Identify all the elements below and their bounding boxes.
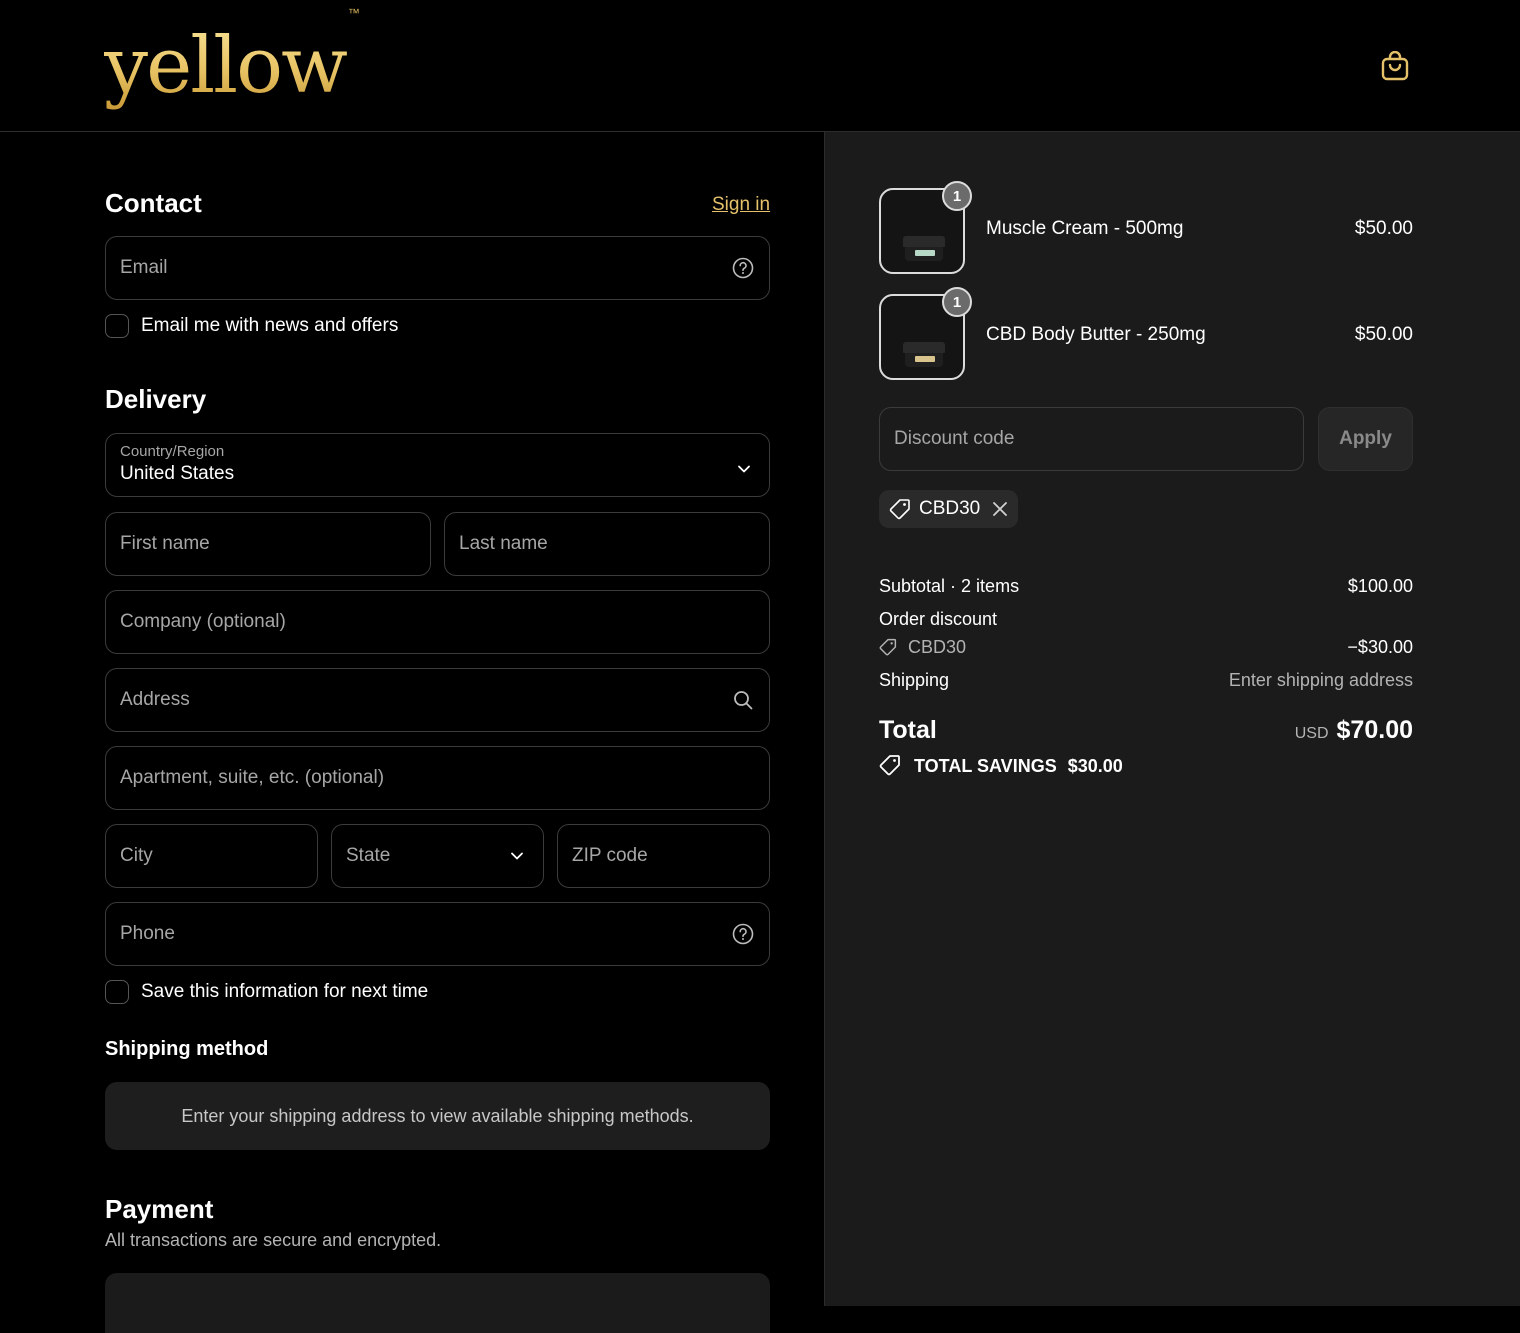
- email-field[interactable]: Email: [105, 236, 770, 300]
- first-name-placeholder: First name: [120, 533, 210, 554]
- discount-code-input[interactable]: Discount code: [879, 407, 1304, 471]
- subtotal-row: Subtotal · 2 items $100.00: [879, 576, 1413, 597]
- order-discount-row: Order discount: [879, 609, 1413, 630]
- save-info-checkbox-row[interactable]: Save this information for next time: [105, 980, 428, 1004]
- news-checkbox-row[interactable]: Email me with news and offers: [105, 314, 398, 338]
- item-price: $50.00: [1354, 324, 1413, 345]
- jar-image: [903, 236, 945, 262]
- delivery-title: Delivery: [105, 384, 207, 414]
- zip-field[interactable]: ZIP code: [557, 824, 770, 888]
- tag-icon: [889, 498, 911, 520]
- state-placeholder: State: [346, 845, 391, 866]
- item-price: $50.00: [1354, 218, 1413, 239]
- state-select[interactable]: State: [331, 824, 544, 888]
- address-placeholder: Address: [120, 689, 190, 710]
- total-value: $70.00: [1336, 716, 1413, 744]
- tag-icon: [879, 638, 897, 661]
- company-field[interactable]: Company (optional): [105, 590, 770, 654]
- payment-title: Payment: [105, 1194, 214, 1224]
- item-name: Muscle Cream - 500mg: [986, 218, 1184, 239]
- shipping-value: Enter shipping address: [1228, 670, 1413, 690]
- news-checkbox[interactable]: [105, 314, 129, 338]
- save-info-label: Save this information for next time: [141, 981, 429, 1002]
- chevron-down-icon: [737, 458, 751, 480]
- order-summary: 1 Muscle Cream - 500mg $50.00 1 CBD Body…: [824, 132, 1520, 1306]
- apply-button[interactable]: Apply: [1318, 407, 1413, 471]
- site-header: yellow™: [0, 0, 1520, 132]
- news-checkbox-label: Email me with news and offers: [141, 315, 399, 336]
- discount-code-label: CBD30: [908, 637, 967, 657]
- address-field[interactable]: Address: [105, 668, 770, 732]
- discount-value: −$30.00: [1347, 637, 1413, 657]
- last-name-placeholder: Last name: [459, 533, 548, 554]
- apartment-field[interactable]: Apartment, suite, etc. (optional): [105, 746, 770, 810]
- subtotal-value: $100.00: [1347, 576, 1413, 596]
- shipping-row: Shipping Enter shipping address: [879, 670, 1413, 691]
- help-circle-icon[interactable]: [731, 922, 755, 946]
- yellow-logo[interactable]: yellow™: [104, 6, 360, 111]
- item-name: CBD Body Butter - 250mg: [986, 324, 1206, 345]
- cart-button[interactable]: [1378, 48, 1412, 84]
- company-placeholder: Company (optional): [120, 611, 286, 632]
- city-field[interactable]: City: [105, 824, 318, 888]
- country-select[interactable]: Country/Region United States: [105, 433, 770, 497]
- shipping-method-notice: Enter your shipping address to view avai…: [105, 1082, 770, 1150]
- currency-label: USD: [1294, 725, 1329, 742]
- phone-field[interactable]: Phone: [105, 902, 770, 966]
- quantity-badge: 1: [942, 181, 972, 211]
- savings-value: $30.00: [1067, 756, 1123, 776]
- email-placeholder: Email: [120, 257, 168, 278]
- payment-subtitle: All transactions are secure and encrypte…: [105, 1230, 442, 1250]
- city-placeholder: City: [120, 845, 153, 866]
- payment-card: [105, 1273, 770, 1333]
- checkout-form: Contact Sign in Email Email me with news…: [0, 132, 824, 1333]
- tag-icon: [879, 754, 901, 781]
- chevron-down-icon: [505, 844, 529, 868]
- country-value: United States: [120, 463, 235, 484]
- contact-title: Contact: [105, 188, 202, 218]
- savings-row: TOTAL SAVINGS $30.00: [879, 754, 1413, 781]
- close-icon[interactable]: [992, 501, 1008, 517]
- discount-placeholder: Discount code: [894, 428, 1015, 449]
- shopping-bag-icon: [1381, 51, 1409, 81]
- discount-code-row: CBD30 −$30.00: [879, 637, 1413, 661]
- help-circle-icon[interactable]: [731, 256, 755, 280]
- applied-discount-chip: CBD30: [879, 490, 1019, 528]
- order-discount-label: Order discount: [879, 609, 998, 629]
- quantity-badge: 1: [942, 287, 972, 317]
- shipping-label: Shipping: [879, 670, 950, 690]
- phone-placeholder: Phone: [120, 923, 175, 944]
- sign-in-link[interactable]: Sign in: [712, 194, 770, 216]
- order-item: 1 Muscle Cream - 500mg $50.00: [879, 181, 1413, 274]
- jar-image: [903, 342, 945, 368]
- apartment-placeholder: Apartment, suite, etc. (optional): [120, 767, 385, 788]
- country-label: Country/Region: [120, 443, 225, 460]
- applied-code: CBD30: [919, 498, 981, 519]
- logo-trademark: ™: [347, 6, 360, 20]
- save-info-checkbox[interactable]: [105, 980, 129, 1004]
- savings-label: TOTAL SAVINGS: [914, 756, 1057, 776]
- zip-placeholder: ZIP code: [572, 845, 648, 866]
- subtotal-label: Subtotal · 2 items: [879, 576, 1020, 596]
- logo-text: yellow: [104, 21, 346, 111]
- shipping-method-title: Shipping method: [105, 1038, 269, 1060]
- order-item: 1 CBD Body Butter - 250mg $50.00: [879, 287, 1413, 380]
- total-row: Total USD $70.00: [879, 716, 1413, 745]
- first-name-field[interactable]: First name: [105, 512, 431, 576]
- last-name-field[interactable]: Last name: [444, 512, 770, 576]
- total-label: Total: [879, 716, 937, 744]
- search-icon: [731, 688, 755, 712]
